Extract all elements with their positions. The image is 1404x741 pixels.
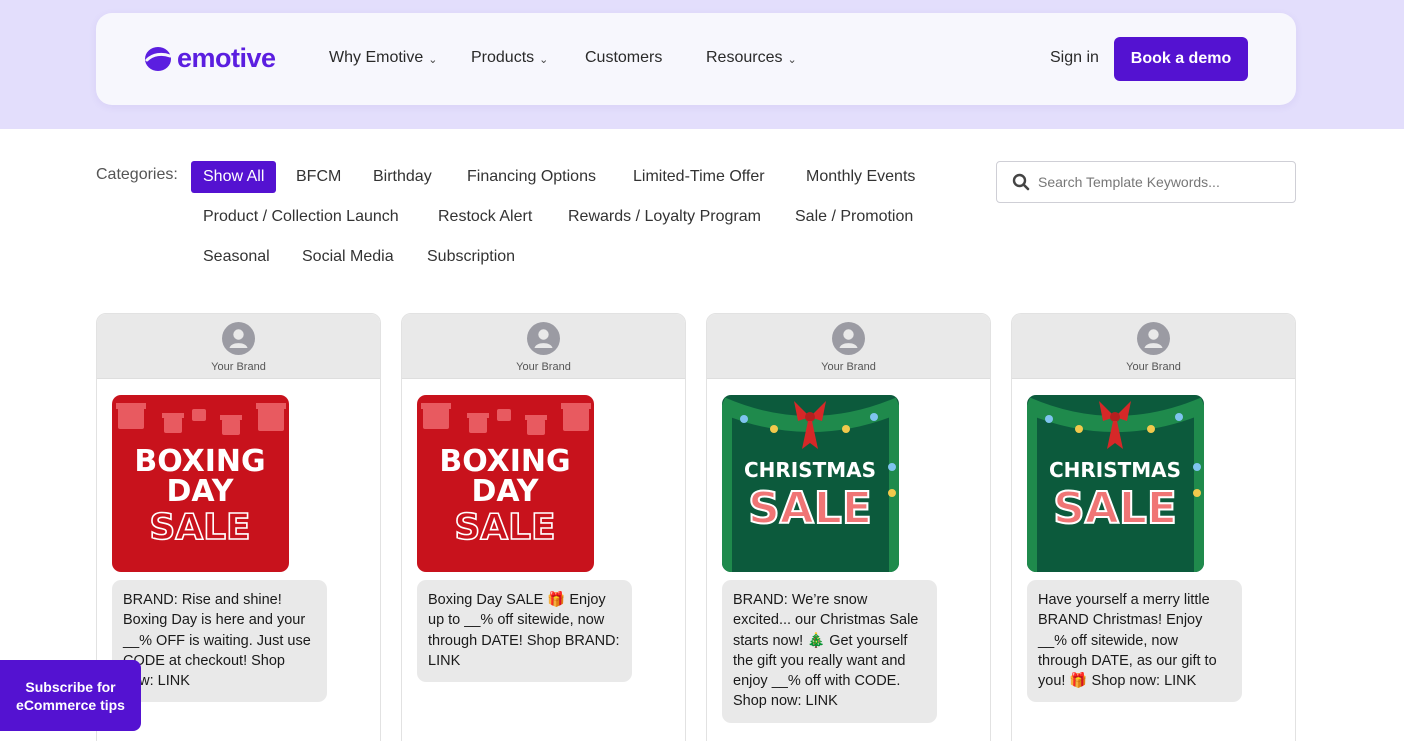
sms-message-bubble: BRAND: We’re snow excited... our Christm… (722, 580, 937, 723)
image-text-line3: SALE (454, 507, 555, 548)
subscribe-tips-button[interactable]: Subscribe for eCommerce tips (0, 660, 141, 731)
nav-label: Resources (706, 49, 783, 66)
category-restock-alert[interactable]: Restock Alert (426, 201, 544, 233)
template-card[interactable]: Your Brand BOXING DAY SALE Boxing Day SA… (401, 313, 686, 741)
category-bfcm[interactable]: BFCM (284, 161, 353, 193)
category-monthly-events[interactable]: Monthly Events (794, 161, 927, 193)
card-header: Your Brand (402, 314, 685, 379)
image-text-line3: SALE (149, 507, 250, 548)
category-birthday[interactable]: Birthday (361, 161, 444, 193)
emotive-logo-icon (145, 46, 172, 71)
boxing-day-sale-image: BOXING DAY SALE (417, 395, 594, 572)
image-text-line1: CHRISTMAS (1049, 458, 1181, 482)
category-rewards-loyalty[interactable]: Rewards / Loyalty Program (556, 201, 773, 233)
category-limited-time-offer[interactable]: Limited-Time Offer (621, 161, 777, 193)
christmas-sale-image: CHRISTMAS SALE (722, 395, 899, 572)
category-product-collection-launch[interactable]: Product / Collection Launch (191, 201, 411, 233)
sender-name: Your Brand (1126, 361, 1181, 373)
nav-label: Customers (585, 49, 663, 66)
avatar-icon (1137, 322, 1170, 355)
sender-name: Your Brand (821, 361, 876, 373)
sms-message-bubble: BRAND: Rise and shine! Boxing Day is her… (112, 580, 327, 703)
nav-label: Why Emotive (329, 49, 424, 66)
template-card[interactable]: Your Brand CHRISTMAS SALE BRAND: We’re s… (706, 313, 991, 741)
template-card[interactable]: Your Brand CHRISTMAS SALE Have yourself … (1011, 313, 1296, 741)
chevron-down-icon: ⌄ (787, 54, 797, 66)
chevron-down-icon: ⌄ (539, 54, 549, 66)
category-seasonal[interactable]: Seasonal (191, 241, 282, 273)
chevron-down-icon: ⌄ (428, 54, 438, 66)
nav-products[interactable]: Products ⌄ (471, 49, 548, 67)
nav-resources[interactable]: Resources ⌄ (706, 49, 797, 67)
search-input[interactable] (1038, 174, 1278, 190)
boxing-day-sale-image: BOXING DAY SALE (112, 395, 289, 572)
avatar-icon (832, 322, 865, 355)
christmas-sale-image: CHRISTMAS SALE (1027, 395, 1204, 572)
card-header: Your Brand (707, 314, 990, 379)
category-financing-options[interactable]: Financing Options (455, 161, 608, 193)
navbar: emotive Why Emotive ⌄ Products ⌄ Custome… (96, 13, 1296, 105)
nav-label: Products (471, 49, 535, 66)
category-social-media[interactable]: Social Media (290, 241, 406, 273)
card-header: Your Brand (97, 314, 380, 379)
image-text-line1: CHRISTMAS (744, 458, 876, 482)
category-sale-promotion[interactable]: Sale / Promotion (783, 201, 925, 233)
category-show-all[interactable]: Show All (191, 161, 277, 193)
template-search (996, 161, 1296, 203)
sender-name: Your Brand (516, 361, 571, 373)
image-text-line2: SALE (1053, 483, 1177, 534)
image-text-line2: DAY (472, 474, 540, 509)
book-demo-button[interactable]: Book a demo (1114, 37, 1248, 81)
categories-label: Categories: (96, 166, 178, 183)
sender-name: Your Brand (211, 361, 266, 373)
search-icon (1012, 173, 1030, 191)
avatar-icon (527, 322, 560, 355)
sms-message-bubble: Boxing Day SALE 🎁 Enjoy up to __% off si… (417, 580, 632, 683)
logo-text: emotive (177, 43, 276, 73)
logo[interactable]: emotive (144, 43, 276, 74)
sms-message-bubble: Have yourself a merry little BRAND Chris… (1027, 580, 1242, 703)
image-text-line2: DAY (167, 474, 235, 509)
category-subscription[interactable]: Subscription (415, 241, 527, 273)
nav-customers[interactable]: Customers (585, 49, 662, 67)
card-header: Your Brand (1012, 314, 1295, 379)
avatar-icon (222, 322, 255, 355)
image-text-line2: SALE (748, 483, 872, 534)
signin-link[interactable]: Sign in (1050, 49, 1099, 67)
nav-why-emotive[interactable]: Why Emotive ⌄ (329, 49, 437, 67)
